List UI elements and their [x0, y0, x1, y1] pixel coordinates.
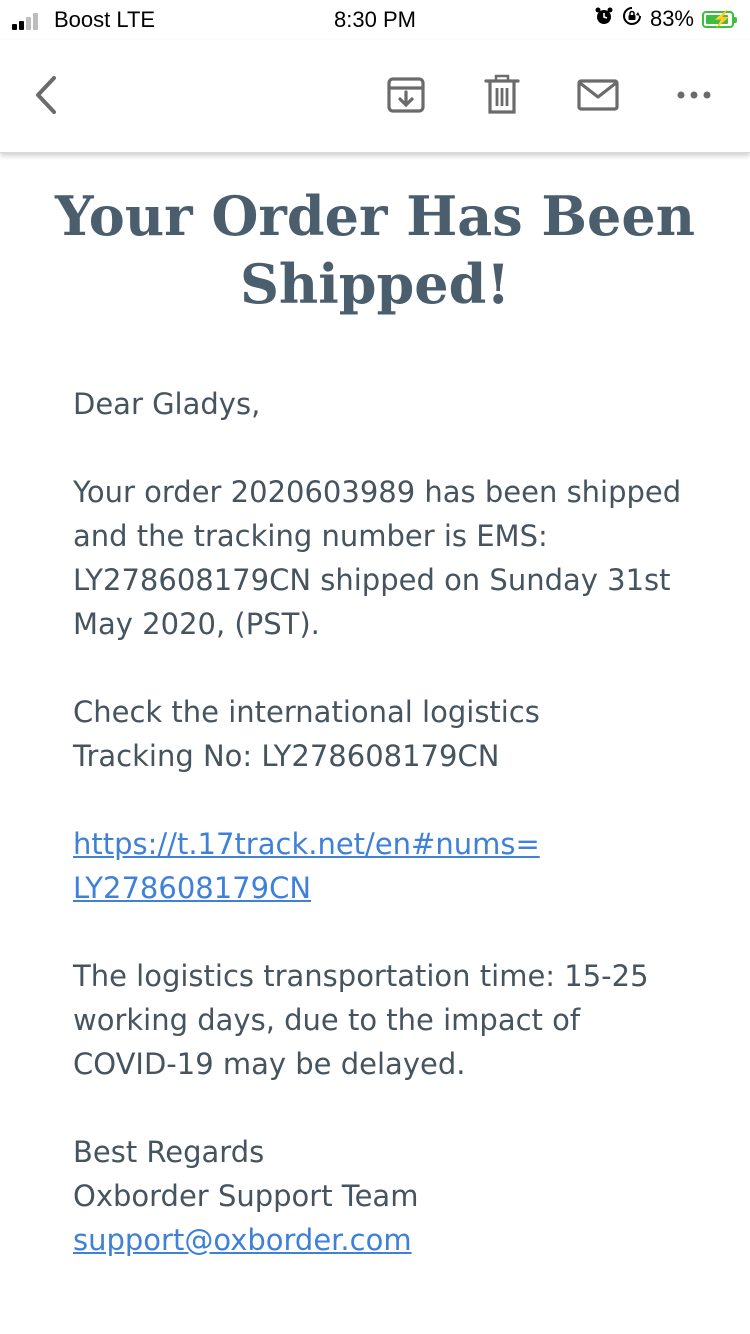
- back-button[interactable]: [26, 72, 66, 118]
- tracking-link-line-1: https://t.17track.net/en#nums=: [73, 827, 540, 861]
- alarm-icon: [594, 6, 614, 32]
- more-options-button[interactable]: [674, 72, 714, 118]
- email-toolbar: [0, 40, 750, 153]
- email-body: Your Order Has Been Shipped! Dear Gladys…: [0, 156, 750, 1257]
- delivery-time-paragraph: The logistics transportation time: 15-25…: [73, 959, 649, 1081]
- tracking-line-1: Check the international logistics: [73, 695, 540, 729]
- shipping-paragraph: Your order 2020603989 has been shipped a…: [73, 475, 682, 641]
- archive-button[interactable]: [384, 72, 428, 118]
- team-name: Oxborder Support Team: [73, 1179, 419, 1213]
- tracking-line-2: Tracking No: LY278608179CN: [73, 739, 500, 773]
- tracking-link[interactable]: https://t.17track.net/en#nums= LY2786081…: [73, 822, 540, 910]
- status-bar: Boost LTE 8:30 PM 83% ⚡: [0, 0, 750, 40]
- mail-icon: [577, 79, 619, 111]
- mark-unread-button[interactable]: [576, 72, 620, 118]
- signoff: Best Regards: [73, 1135, 265, 1169]
- tracking-link-line-2: LY278608179CN: [73, 871, 312, 905]
- tracking-paragraph: Check the international logistics Tracki…: [73, 690, 693, 778]
- email-message: Dear Gladys, Your order 2020603989 has b…: [73, 382, 693, 1262]
- trash-icon: [484, 74, 520, 114]
- signature-block: Best Regards Oxborder Support Team suppo…: [73, 1130, 693, 1262]
- greeting: Dear Gladys,: [73, 387, 261, 421]
- support-email-link[interactable]: support@oxborder.com: [73, 1218, 412, 1262]
- battery-percent: 83%: [649, 6, 694, 31]
- archive-icon: [387, 77, 425, 113]
- tracking-link-paragraph: https://t.17track.net/en#nums= LY2786081…: [73, 822, 693, 910]
- orientation-lock-icon: [622, 6, 642, 32]
- delete-button[interactable]: [482, 72, 522, 118]
- battery-icon: ⚡: [702, 10, 737, 28]
- status-right-group: 83% ⚡: [594, 6, 737, 32]
- email-headline: Your Order Has Been Shipped!: [54, 184, 696, 316]
- back-chevron-icon: [36, 76, 56, 114]
- more-dots-icon: [677, 91, 711, 99]
